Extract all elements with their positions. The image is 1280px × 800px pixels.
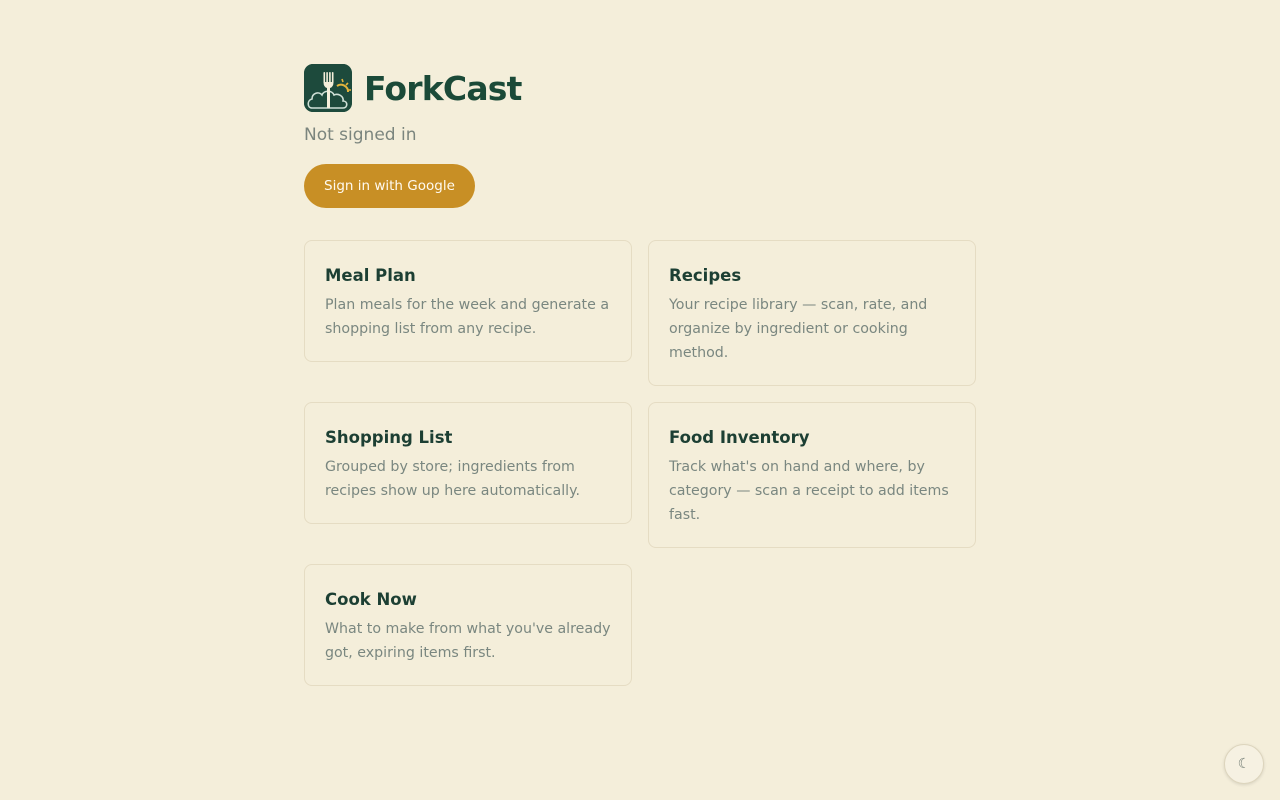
card-food-inventory[interactable]: Food Inventory Track what's on hand and … <box>648 402 976 548</box>
card-recipes[interactable]: Recipes Your recipe library — scan, rate… <box>648 240 976 386</box>
card-title: Shopping List <box>325 428 453 447</box>
card-title: Recipes <box>669 266 742 285</box>
card-title: Cook Now <box>325 590 417 609</box>
card-meal-plan[interactable]: Meal Plan Plan meals for the week and ge… <box>304 240 632 362</box>
card-title: Meal Plan <box>325 266 416 285</box>
card-description: Your recipe library — scan, rate, and or… <box>669 297 928 361</box>
card-description: What to make from what you've already go… <box>325 621 611 661</box>
app-name: ForkCast <box>364 68 522 108</box>
card-description: Track what's on hand and where, by categ… <box>669 459 949 523</box>
auth-status: Not signed in <box>304 125 417 145</box>
card-title: Food Inventory <box>669 428 810 447</box>
card-description: Grouped by store; ingredients from recip… <box>325 459 580 499</box>
brand-header: ForkCast <box>304 64 976 112</box>
theme-toggle-button[interactable]: ☾ <box>1224 744 1264 784</box>
feature-card-grid: Meal Plan Plan meals for the week and ge… <box>304 240 976 686</box>
card-description: Plan meals for the week and generate a s… <box>325 297 610 337</box>
card-cook-now[interactable]: Cook Now What to make from what you've a… <box>304 564 632 686</box>
card-shopping-list[interactable]: Shopping List Grouped by store; ingredie… <box>304 402 632 524</box>
sign-in-google-button[interactable]: Sign in with Google <box>304 164 475 208</box>
moon-icon: ☾ <box>1237 756 1251 772</box>
main-container: ForkCast Not signed in Sign in with Goog… <box>304 64 976 686</box>
fork-sun-cloud-icon <box>304 64 352 112</box>
